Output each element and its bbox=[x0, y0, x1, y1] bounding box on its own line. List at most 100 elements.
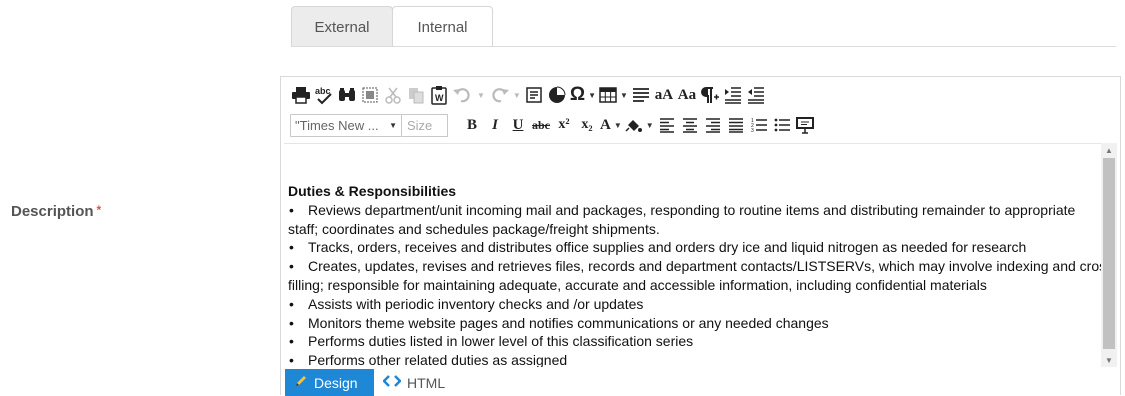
content-heading: Duties & Responsibilities bbox=[288, 183, 457, 199]
list-item: • Tracks, orders, receives and distribute… bbox=[288, 238, 1101, 257]
design-mode-button[interactable]: Design bbox=[285, 369, 374, 396]
bullet-glyph: • bbox=[289, 201, 294, 218]
select-all-icon[interactable] bbox=[360, 84, 380, 106]
subscript-button[interactable]: x₂ bbox=[577, 114, 597, 136]
indent-icon[interactable] bbox=[723, 84, 743, 106]
bullet-glyph: • bbox=[289, 333, 294, 350]
list-item: • Assists with periodic inventory checks … bbox=[288, 295, 1101, 314]
paragraph-mark-icon[interactable] bbox=[700, 84, 720, 106]
editor-content-area[interactable]: Duties & Responsibilities • Reviews depar… bbox=[284, 143, 1101, 367]
list-item: • Performs duties listed in lower level o… bbox=[288, 332, 1101, 351]
italic-label: I bbox=[492, 116, 498, 133]
bold-label: B bbox=[466, 116, 477, 133]
code-brackets-icon bbox=[382, 375, 402, 390]
svg-text:W: W bbox=[435, 93, 444, 103]
paragraph-align-icon[interactable] bbox=[631, 84, 651, 106]
underline-label: U bbox=[512, 116, 524, 133]
scroll-up-icon[interactable]: ▲ bbox=[1101, 143, 1117, 157]
list-item-text: Performs duties listed in lower level of… bbox=[308, 333, 694, 350]
case-small-label: aA bbox=[654, 86, 674, 103]
undo-icon[interactable]: ▼ bbox=[452, 84, 485, 106]
description-label-text: Description bbox=[11, 203, 94, 220]
list-item-text: Performs other related duties as assigne… bbox=[308, 352, 568, 367]
scroll-down-icon[interactable]: ▼ bbox=[1101, 353, 1117, 367]
redo-icon[interactable]: ▼ bbox=[488, 84, 521, 106]
toolbar-row-2: "Times New ... ▼ Size B I U abc x² x₂ A ▼ … bbox=[290, 113, 818, 137]
scrollbar-thumb[interactable] bbox=[1103, 158, 1115, 349]
redo-dropdown-icon[interactable]: ▼ bbox=[513, 91, 521, 100]
font-size-placeholder: Size bbox=[407, 117, 433, 133]
paste-word-icon[interactable]: W bbox=[429, 84, 449, 106]
bullet-glyph: • bbox=[289, 239, 294, 256]
bulleted-list-icon[interactable] bbox=[772, 114, 792, 136]
align-right-icon[interactable] bbox=[703, 114, 723, 136]
undo-dropdown-icon[interactable]: ▼ bbox=[477, 91, 485, 100]
insert-media-icon[interactable] bbox=[547, 84, 567, 106]
svg-text:abc: abc bbox=[315, 86, 331, 96]
tab-external[interactable]: External bbox=[291, 6, 393, 47]
svg-text:3: 3 bbox=[751, 128, 754, 134]
rich-text-editor: abc W ▼ ▼ Ω ▼ ▼ aA Aa "Times New ... ▼ S… bbox=[280, 76, 1121, 396]
font-color-dropdown-icon[interactable]: ▼ bbox=[614, 121, 622, 130]
pencil-icon bbox=[294, 374, 308, 391]
font-size-increase-icon[interactable]: aA bbox=[654, 84, 674, 106]
editor-mode-bar: Design HTML bbox=[285, 369, 459, 396]
editor-toolbar: abc W ▼ ▼ Ω ▼ ▼ aA Aa "Times New ... ▼ S… bbox=[281, 77, 1120, 143]
spellcheck-icon[interactable]: abc bbox=[314, 84, 334, 106]
bold-button[interactable]: B bbox=[462, 114, 482, 136]
copy-icon[interactable] bbox=[406, 84, 426, 106]
list-item-text: Assists with periodic inventory checks a… bbox=[308, 295, 644, 312]
align-left-icon[interactable] bbox=[657, 114, 677, 136]
table-dropdown-icon[interactable]: ▼ bbox=[620, 91, 628, 100]
highlight-dropdown-icon[interactable]: ▼ bbox=[646, 121, 654, 130]
underline-button[interactable]: U bbox=[508, 114, 528, 136]
tab-internal[interactable]: Internal bbox=[392, 6, 493, 47]
required-marker: * bbox=[96, 203, 102, 217]
list-item: • Reviews department/unit incoming mail a… bbox=[288, 201, 1101, 220]
font-name-select[interactable]: "Times New ... ▼ bbox=[290, 113, 402, 137]
bullet-glyph: • bbox=[289, 295, 294, 312]
cut-icon[interactable] bbox=[383, 84, 403, 106]
font-case-icon[interactable]: Aa bbox=[677, 84, 697, 106]
font-color-button[interactable]: A ▼ bbox=[600, 114, 622, 136]
omega-symbol-icon[interactable]: Ω ▼ bbox=[570, 84, 596, 106]
case-title-label: Aa bbox=[677, 86, 697, 103]
preview-icon[interactable] bbox=[795, 114, 815, 136]
content-scrollbar[interactable]: ▲ ▼ bbox=[1101, 143, 1117, 367]
strike-label: abc bbox=[532, 117, 550, 132]
html-mode-button[interactable]: HTML bbox=[374, 369, 459, 396]
font-color-label: A bbox=[600, 116, 611, 133]
html-mode-label: HTML bbox=[407, 374, 446, 391]
tab-external-label: External bbox=[314, 18, 370, 36]
strikethrough-button[interactable]: abc bbox=[531, 114, 551, 136]
outdent-icon[interactable] bbox=[746, 84, 766, 106]
description-label: Description * bbox=[11, 203, 101, 220]
design-mode-label: Design bbox=[314, 374, 358, 391]
font-name-dropdown-icon: ▼ bbox=[389, 120, 397, 130]
insert-form-icon[interactable] bbox=[524, 84, 544, 106]
superscript-button[interactable]: x² bbox=[554, 114, 574, 136]
list-item-continuation: staff; coordinates and schedules package… bbox=[288, 220, 660, 237]
print-icon[interactable] bbox=[291, 84, 311, 106]
align-center-icon[interactable] bbox=[680, 114, 700, 136]
numbered-list-icon[interactable]: 123 bbox=[749, 114, 769, 136]
superscript-label: x² bbox=[558, 117, 570, 132]
find-icon[interactable] bbox=[337, 84, 357, 106]
tab-bar: External Internal bbox=[291, 6, 493, 47]
font-size-select[interactable]: Size bbox=[402, 113, 448, 137]
list-item-continuation: filling; responsible for maintaining ade… bbox=[288, 276, 987, 293]
toolbar-row-1: abc W ▼ ▼ Ω ▼ ▼ aA Aa bbox=[291, 83, 769, 107]
list-item: • Performs other related duties as assign… bbox=[288, 351, 1101, 367]
align-justify-icon[interactable] bbox=[726, 114, 746, 136]
highlight-color-icon[interactable]: ▼ bbox=[625, 114, 654, 136]
list-item-text: Monitors theme website pages and notifie… bbox=[308, 314, 829, 331]
bullet-glyph: • bbox=[289, 258, 294, 275]
italic-button[interactable]: I bbox=[485, 114, 505, 136]
bullet-glyph: • bbox=[289, 314, 294, 331]
tab-divider bbox=[291, 46, 1116, 47]
list-item: • Creates, updates, revises and retrieves… bbox=[288, 257, 1101, 276]
subscript-label: x₂ bbox=[581, 117, 593, 132]
symbol-dropdown-icon[interactable]: ▼ bbox=[588, 91, 596, 100]
table-icon[interactable]: ▼ bbox=[599, 84, 628, 106]
omega-glyph: Ω bbox=[569, 84, 586, 105]
